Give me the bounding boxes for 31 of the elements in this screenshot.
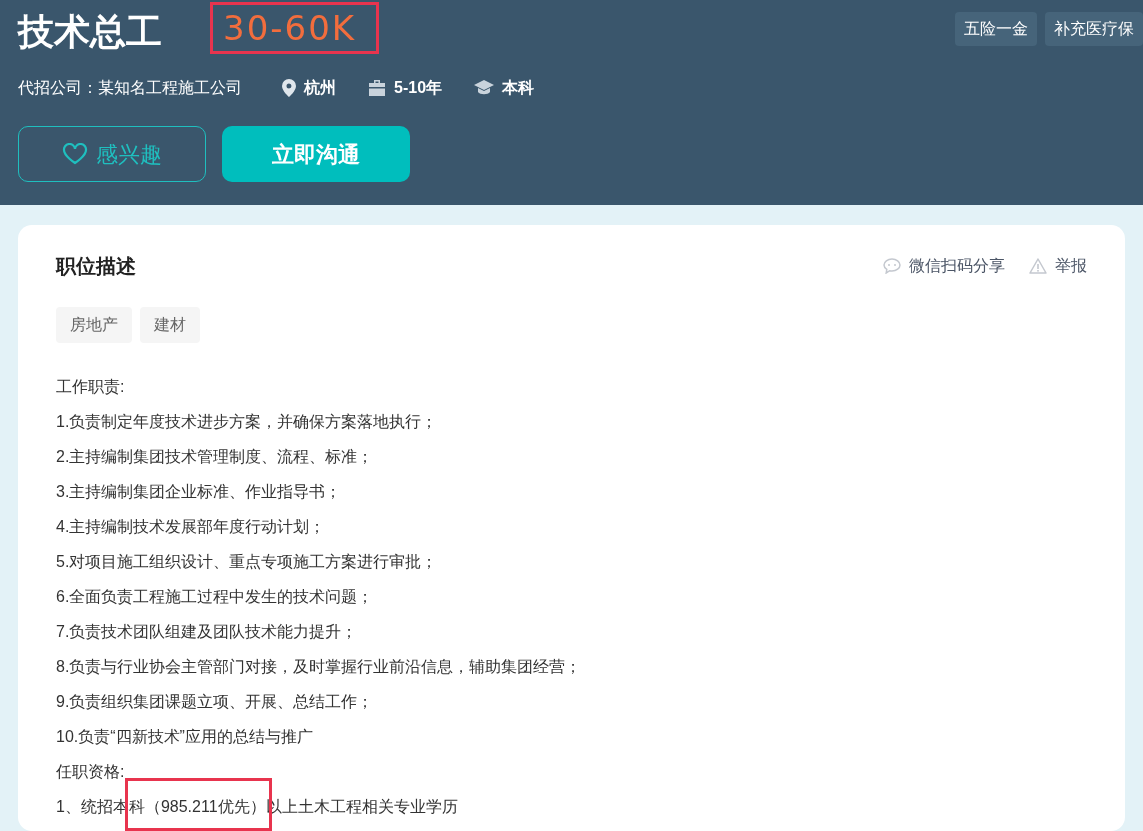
location-text: 杭州: [304, 78, 336, 98]
description-line: 任职资格:: [56, 762, 126, 782]
description-line: 10.负责“四新技术”应用的总结与推广: [56, 727, 314, 747]
description-line: 3.主持编制集团企业标准、作业指导书；: [56, 482, 343, 502]
benefit-tag: 五险一金: [955, 12, 1037, 46]
industry-tag: 建材: [140, 307, 200, 343]
description-line: 6.全面负责工程施工过程中发生的技术问题；: [56, 587, 375, 607]
salary: 30-60K: [210, 2, 380, 54]
warning-icon: [1029, 258, 1047, 274]
company-name: 代招公司：某知名工程施工公司: [18, 78, 242, 98]
description-line: 9.负责组织集团课题立项、开展、总结工作；: [56, 692, 375, 712]
education-text: 本科: [502, 78, 535, 98]
description-line: 4.主持编制技术发展部年度行动计划；: [56, 517, 327, 537]
experience-text: 5-10年: [394, 78, 443, 98]
graduation-cap-icon: [474, 80, 495, 96]
section-heading: 职位描述: [56, 254, 136, 279]
description-line: 5.对项目施工组织设计、重点专项施工方案进行审批；: [56, 552, 439, 572]
description-line: 工作职责:: [56, 377, 126, 397]
benefit-tag: 补充医疗保: [1045, 12, 1143, 46]
share-link[interactable]: 微信扫码分享: [883, 254, 1005, 278]
report-link[interactable]: 举报: [1029, 254, 1087, 278]
description-line: 7.负责技术团队组建及团队技术能力提升；: [56, 622, 359, 642]
description-line: 2.主持编制集团技术管理制度、流程、标准；: [56, 447, 375, 467]
description-line: 8.负责与行业协会主管部门对接，及时掌握行业前沿信息，辅助集团经营；: [56, 657, 583, 677]
industry-tag: 房地产: [56, 307, 132, 343]
chat-bubble-icon: [883, 258, 901, 274]
job-title: 技术总工: [18, 10, 162, 54]
location-pin-icon: [282, 79, 296, 97]
description-line: 1.负责制定年度技术进步方案，并确保方案落地执行；: [56, 412, 439, 432]
briefcase-icon: [368, 80, 386, 96]
heart-icon: [62, 143, 88, 165]
